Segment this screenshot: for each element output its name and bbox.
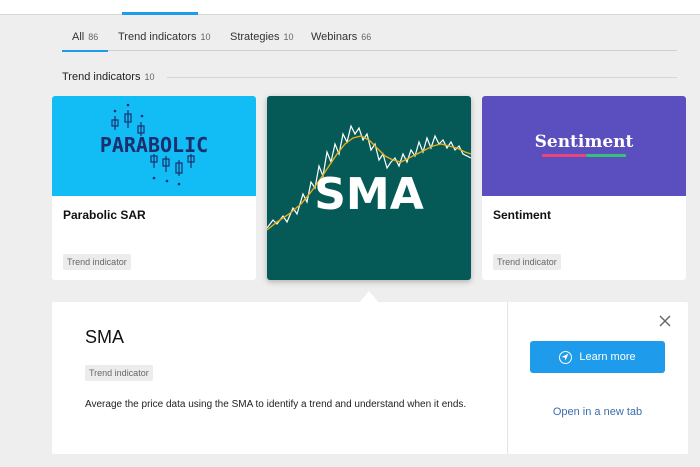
detail-tag: Trend indicator <box>85 365 153 381</box>
parabolic-illustration: PARABOLIC <box>100 103 208 186</box>
section-count: 10 <box>144 72 155 82</box>
tab-label: Strategies <box>230 31 280 43</box>
open-new-tab-link[interactable]: Open in a new tab <box>530 406 665 418</box>
tab-count: 10 <box>283 32 294 42</box>
tab-label: Webinars <box>311 31 358 43</box>
card-tag: Trend indicator <box>63 254 131 270</box>
detail-panel: SMA Trend indicator Average the price da… <box>52 302 688 454</box>
sentiment-illustration: Sentiment <box>535 132 634 157</box>
card-sentiment[interactable]: Sentiment Sentiment Trend indicator <box>482 96 686 280</box>
detail-description: Average the price data using the SMA to … <box>85 399 467 410</box>
learn-more-label: Learn more <box>579 351 636 363</box>
section-title: Trend indicators 10 <box>62 71 154 83</box>
parabolic-thumbnail: PARABOLIC <box>52 96 256 196</box>
tab-count: 10 <box>200 32 211 42</box>
tab-trend-indicators[interactable]: Trend indicators 10 <box>118 31 210 51</box>
tab-all[interactable]: All 86 <box>62 31 109 52</box>
sentiment-thumbnail: Sentiment <box>482 96 686 196</box>
tab-count: 86 <box>88 32 99 42</box>
tab-webinars[interactable]: Webinars 66 <box>311 31 371 51</box>
tab-strategies[interactable]: Strategies 10 <box>230 31 294 51</box>
top-nav-active-indicator <box>122 12 198 15</box>
sentiment-thumb-text: Sentiment <box>535 132 634 152</box>
card-tag: Trend indicator <box>493 254 561 270</box>
top-navigation-bar <box>0 0 700 15</box>
detail-title: SMA <box>85 327 125 347</box>
send-icon <box>559 350 573 364</box>
sma-thumb-text: SMA <box>314 169 424 220</box>
section-title-label: Trend indicators <box>62 71 141 83</box>
parabolic-thumb-text: PARABOLIC <box>100 133 208 157</box>
section-divider <box>167 77 677 78</box>
category-tabs: All 86 Trend indicators 10 Strategies 10 We… <box>62 28 677 52</box>
detail-divider <box>507 302 508 454</box>
card-sma[interactable]: SMA <box>267 96 471 280</box>
card-title: Parabolic SAR <box>63 208 146 222</box>
close-icon[interactable] <box>658 314 672 328</box>
card-parabolic-sar[interactable]: PARABOLIC Parabolic SAR Trend indicator <box>52 96 256 280</box>
learn-more-button[interactable]: Learn more <box>530 341 665 373</box>
sma-illustration: SMA <box>267 124 471 231</box>
card-title: Sentiment <box>493 208 552 222</box>
tab-count: 66 <box>361 32 372 42</box>
tab-label: Trend indicators <box>118 31 197 43</box>
tab-label: All <box>72 31 85 43</box>
